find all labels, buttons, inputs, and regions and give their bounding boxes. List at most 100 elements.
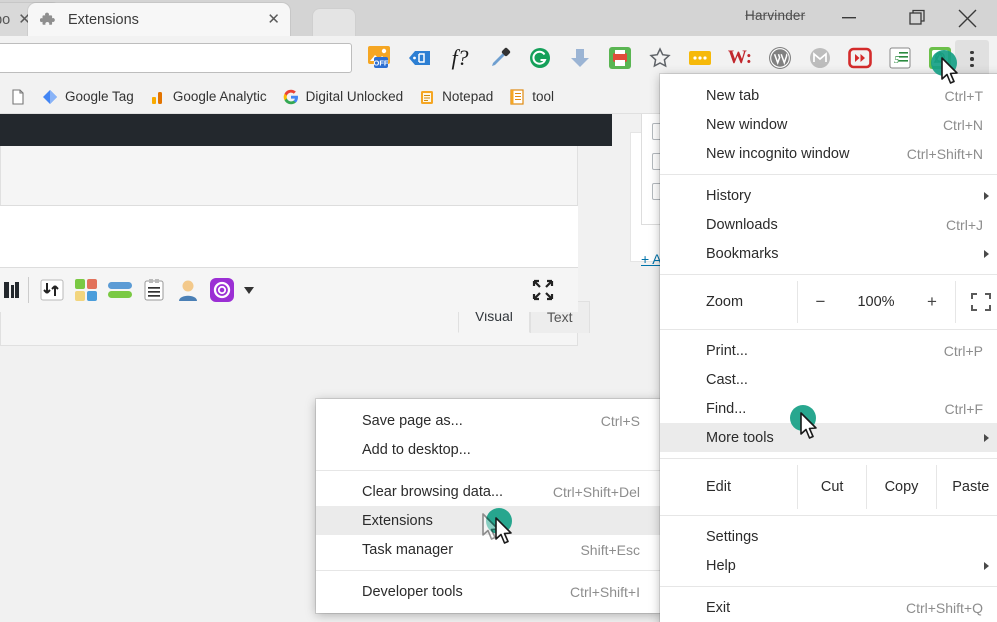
browser-window: Visual Text + Ad o ✕ Extensions ✕ Harvin… [0, 0, 997, 622]
menu-item-settings[interactable]: Settings [660, 522, 997, 551]
menu-item-label: New incognito window [706, 145, 850, 162]
chevron-down-icon[interactable] [239, 268, 259, 312]
bookmark-label: Notepad [442, 89, 494, 104]
mouse-cursor [940, 57, 962, 87]
function-extension-icon[interactable]: f? [440, 36, 480, 80]
user-icon[interactable] [171, 268, 205, 312]
menu-item-accel: Ctrl+J [946, 216, 983, 233]
menu-item-downloads[interactable]: Downloads Ctrl+J [660, 210, 997, 239]
menu-item-bookmarks[interactable]: Bookmarks [660, 239, 997, 268]
menu-item-label: Task manager [362, 541, 454, 558]
copy-button[interactable]: Copy [866, 465, 935, 509]
bookmark-item-digital-unlocked[interactable]: Digital Unlocked [275, 85, 412, 109]
menu-separator [316, 570, 662, 571]
menu-item-developer-tools[interactable]: Developer tools Ctrl+Shift+I [316, 577, 662, 606]
menu-item-new-window[interactable]: New window Ctrl+N [660, 110, 997, 139]
menu-item-history[interactable]: History [660, 181, 997, 210]
tab-extensions[interactable]: Extensions ✕ [28, 3, 290, 36]
menu-item-label: Downloads [706, 216, 778, 233]
address-bar[interactable] [0, 43, 352, 73]
bookmark-item-tool[interactable]: tool [501, 85, 562, 109]
menu-item-label: Print... [706, 342, 748, 359]
menu-item-cast[interactable]: Cast... [660, 365, 997, 394]
google-tag-manager-icon [42, 89, 58, 105]
more-tools-submenu: Save page as... Ctrl+S Add to desktop...… [316, 399, 662, 613]
zoom-level-value: 100% [857, 294, 895, 310]
list-icon[interactable] [137, 268, 171, 312]
menu-dot [970, 50, 974, 55]
zoom-in-button[interactable]: + [909, 281, 955, 323]
menu-item-label: More tools [706, 429, 774, 446]
image-off-extension-icon[interactable]: OFF [360, 36, 400, 80]
tab-strip: nbo ✕ Extensions ✕ Harvinder [0, 0, 997, 36]
bookmark-label: Digital Unlocked [305, 89, 404, 104]
submenu-arrow-icon [984, 249, 989, 258]
cut-button[interactable]: Cut [797, 465, 866, 509]
menu-item-help[interactable]: Help [660, 551, 997, 580]
tab-inactive-label: nbo [0, 11, 11, 28]
menu-separator [660, 586, 997, 587]
close-window-button[interactable] [944, 0, 990, 36]
profile-name[interactable]: Harvinder [745, 8, 805, 23]
menu-item-label: History [706, 187, 752, 204]
menu-item-clear-browsing-data[interactable]: Clear browsing data... Ctrl+Shift+Del [316, 477, 662, 506]
bookmark-label: Google Tag [65, 89, 134, 104]
contrast-icon[interactable] [0, 268, 22, 312]
chrome-main-menu: New tab Ctrl+T New window Ctrl+N New inc… [660, 74, 997, 622]
edit-row: Edit Cut Copy Paste [660, 465, 997, 509]
fullscreen-expand-icon[interactable] [532, 268, 554, 312]
menu-dot [970, 57, 974, 61]
menu-item-label: Bookmarks [706, 245, 779, 262]
menu-item-label: New tab [706, 87, 760, 104]
menu-item-accel: Ctrl+T [944, 87, 984, 104]
zoom-out-button[interactable]: − [797, 281, 843, 323]
menu-item-print[interactable]: Print... Ctrl+P [660, 336, 997, 365]
menu-item-label: Help [706, 557, 736, 574]
menu-item-accel: Ctrl+P [943, 342, 983, 359]
menu-separator [316, 470, 662, 471]
close-icon[interactable]: ✕ [267, 12, 280, 27]
menu-item-accel: Ctrl+N [942, 116, 983, 133]
eyedropper-extension-icon[interactable] [480, 36, 520, 80]
menu-item-exit[interactable]: Exit Ctrl+Shift+Q [660, 593, 997, 622]
zoom-row: Zoom − 100% + [660, 281, 997, 323]
sort-icon[interactable] [35, 268, 69, 312]
fullscreen-icon[interactable] [955, 281, 997, 323]
bookmark-item-google-tag[interactable]: Google Tag [34, 85, 142, 109]
blocks-icon[interactable] [69, 268, 103, 312]
menu-separator [660, 274, 997, 275]
buttons-icon[interactable] [103, 268, 137, 312]
mouse-cursor [494, 517, 516, 547]
tool-icon [509, 88, 525, 105]
paste-button[interactable]: Paste [935, 465, 997, 509]
menu-item-more-tools[interactable]: More tools [660, 423, 997, 452]
print-friendly-extension-icon[interactable] [600, 36, 640, 80]
grammarly-extension-icon[interactable] [520, 36, 560, 80]
edit-label: Edit [706, 479, 731, 495]
menu-item-new-incognito-window[interactable]: New incognito window Ctrl+Shift+N [660, 139, 997, 168]
bookmark-item-google-analytic[interactable]: Google Analytic [142, 85, 275, 109]
new-tab-button[interactable] [312, 8, 356, 36]
wp-editor-textarea[interactable] [0, 205, 578, 268]
menu-separator [660, 329, 997, 330]
menu-item-label: Clear browsing data... [362, 483, 504, 500]
submenu-arrow-icon [984, 191, 989, 200]
menu-item-add-to-desktop[interactable]: Add to desktop... [316, 435, 662, 464]
bookmark-item[interactable] [4, 85, 34, 109]
optin-icon[interactable] [205, 268, 239, 312]
menu-item-save-page-as[interactable]: Save page as... Ctrl+S [316, 406, 662, 435]
tag-extension-icon[interactable] [400, 36, 440, 80]
menu-item-label: New window [706, 116, 788, 133]
menu-item-accel: Ctrl+Shift+N [906, 145, 983, 162]
menu-separator [660, 515, 997, 516]
download-extension-icon[interactable] [560, 36, 600, 80]
google-analytics-icon [150, 89, 166, 105]
bookmark-item-notepad[interactable]: Notepad [411, 85, 501, 109]
maximize-button[interactable] [895, 0, 941, 36]
menu-item-find[interactable]: Find... Ctrl+F [660, 394, 997, 423]
notepad-icon [419, 89, 435, 105]
minimize-button[interactable] [826, 0, 872, 36]
menu-item-label: Developer tools [362, 583, 463, 600]
menu-item-label: Save page as... [362, 412, 463, 429]
wp-admin-bar [0, 114, 620, 146]
